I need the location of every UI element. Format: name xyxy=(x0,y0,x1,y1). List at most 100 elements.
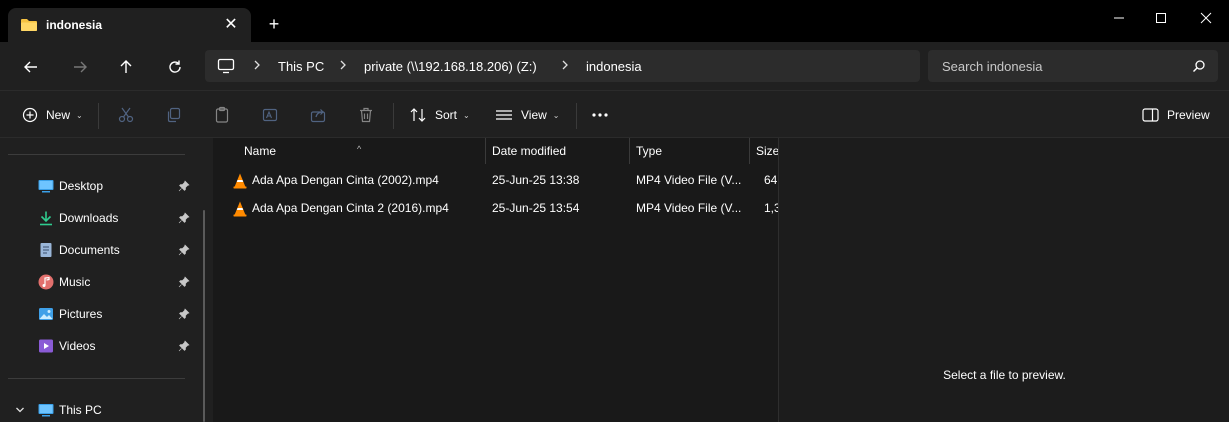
column-header-name[interactable]: ^ Name xyxy=(213,138,485,164)
breadcrumb-network-drive[interactable]: private (\\192.168.18.206) (Z:) xyxy=(364,59,537,74)
paste-button[interactable] xyxy=(213,103,231,127)
chevron-down-icon[interactable] xyxy=(14,404,26,416)
column-label: Date modified xyxy=(492,144,567,158)
pin-icon[interactable] xyxy=(178,308,190,320)
title-bar: indonesia ✕ + xyxy=(0,0,1229,42)
file-row[interactable]: Ada Apa Dengan Cinta 2 (2016).mp4 25-Jun… xyxy=(213,196,778,222)
sidebar-item-videos[interactable]: Videos xyxy=(0,332,200,360)
search-icon xyxy=(1193,60,1205,72)
file-date: 25-Jun-25 13:38 xyxy=(492,173,580,187)
maximize-icon[interactable] xyxy=(1138,6,1184,30)
separator xyxy=(576,103,577,129)
preview-pane-icon xyxy=(1142,108,1159,122)
pin-icon[interactable] xyxy=(178,340,190,352)
navigation-pane: Desktop Downloads Documents Music Pictur… xyxy=(0,138,210,422)
computer-icon xyxy=(38,404,54,417)
pin-icon[interactable] xyxy=(178,244,190,256)
search-box[interactable]: Search indonesia xyxy=(928,50,1218,82)
breadcrumb-this-pc[interactable]: This PC xyxy=(278,59,324,74)
forward-arrow-icon[interactable] xyxy=(67,54,93,80)
sidebar-item-label: Downloads xyxy=(59,211,119,225)
sidebar-item-pictures[interactable]: Pictures xyxy=(0,300,200,328)
file-date: 25-Jun-25 13:54 xyxy=(492,201,580,215)
file-name: Ada Apa Dengan Cinta 2 (2016).mp4 xyxy=(252,201,449,215)
column-header-type[interactable]: Type xyxy=(630,138,749,164)
tab-indonesia[interactable]: indonesia ✕ xyxy=(8,8,251,42)
share-button[interactable] xyxy=(309,103,327,127)
sort-icon xyxy=(410,108,426,122)
view-list-icon xyxy=(496,110,512,120)
copy-icon xyxy=(167,107,181,123)
file-row[interactable]: Ada Apa Dengan Cinta (2002).mp4 25-Jun-2… xyxy=(213,168,778,194)
file-size: 64 xyxy=(764,173,778,187)
command-bar: New ⌄ Sort ⌄ View ⌄ Preview xyxy=(0,90,1229,138)
file-type: MP4 Video File (V... xyxy=(636,173,742,187)
chevron-down-icon: ⌄ xyxy=(463,110,470,120)
view-label: View xyxy=(521,108,547,122)
chevron-down-icon: ⌄ xyxy=(76,110,83,120)
sidebar-item-downloads[interactable]: Downloads xyxy=(0,204,200,232)
refresh-icon[interactable] xyxy=(162,54,188,80)
delete-button[interactable] xyxy=(357,103,375,127)
search-input[interactable]: Search indonesia xyxy=(942,59,1042,74)
rename-button[interactable] xyxy=(261,103,279,127)
new-button[interactable]: New ⌄ xyxy=(22,103,83,127)
folder-icon xyxy=(21,19,37,31)
column-label: Name xyxy=(244,144,277,158)
sidebar-item-label: Pictures xyxy=(59,307,103,321)
pin-icon[interactable] xyxy=(178,276,190,288)
minimize-icon[interactable] xyxy=(1096,6,1142,30)
chevron-down-icon: ⌄ xyxy=(552,110,560,120)
copy-button[interactable] xyxy=(165,103,183,127)
vlc-file-icon xyxy=(233,201,247,217)
sidebar-item-label: Videos xyxy=(59,339,96,353)
pin-icon[interactable] xyxy=(178,180,190,192)
sidebar-item-documents[interactable]: Documents xyxy=(0,236,200,264)
file-list: ^ Name Date modified Type Size Ada Apa D… xyxy=(213,138,778,422)
chevron-right-icon[interactable] xyxy=(251,57,263,73)
separator xyxy=(393,103,394,129)
address-bar[interactable]: This PC private (\\192.168.18.206) (Z:) … xyxy=(205,50,920,82)
up-arrow-icon[interactable] xyxy=(113,54,139,80)
sidebar-item-label: Desktop xyxy=(59,179,104,193)
chevron-right-icon[interactable] xyxy=(337,57,349,73)
music-icon xyxy=(38,274,54,290)
preview-pane-button[interactable]: Preview xyxy=(1142,103,1210,127)
sidebar-item-label: Documents xyxy=(59,243,120,257)
sidebar-item-music[interactable]: Music xyxy=(0,268,200,296)
trash-icon xyxy=(360,107,372,123)
computer-icon xyxy=(217,58,235,74)
file-type: MP4 Video File (V... xyxy=(636,201,742,215)
view-button[interactable]: View ⌄ xyxy=(495,103,560,127)
sort-ascending-icon: ^ xyxy=(357,144,362,154)
column-header-date[interactable]: Date modified xyxy=(486,138,629,164)
sidebar-scrollbar[interactable] xyxy=(203,210,205,422)
close-tab-icon[interactable]: ✕ xyxy=(222,16,240,34)
chevron-right-icon[interactable] xyxy=(559,57,571,73)
more-options-button[interactable] xyxy=(591,103,609,127)
breadcrumb-indonesia[interactable]: indonesia xyxy=(586,59,642,74)
navigation-bar: This PC private (\\192.168.18.206) (Z:) … xyxy=(0,42,1229,90)
new-label: New xyxy=(46,108,71,122)
vlc-file-icon xyxy=(233,173,247,189)
new-tab-icon[interactable]: + xyxy=(264,14,284,34)
close-window-icon[interactable] xyxy=(1183,6,1229,30)
back-arrow-icon[interactable] xyxy=(18,54,44,80)
tab-title: indonesia xyxy=(46,18,103,32)
pin-icon[interactable] xyxy=(178,212,190,224)
more-icon xyxy=(592,113,608,117)
cut-button[interactable] xyxy=(117,103,135,127)
share-icon xyxy=(310,109,326,123)
pictures-icon xyxy=(39,308,53,320)
desktop-icon xyxy=(38,180,54,193)
file-size: 1,38 xyxy=(764,201,778,215)
rename-icon xyxy=(262,108,278,122)
sidebar-item-label: This PC xyxy=(59,403,102,417)
sidebar-item-desktop[interactable]: Desktop xyxy=(0,172,200,200)
plus-circle-icon xyxy=(22,107,38,123)
column-header-size[interactable]: Size xyxy=(750,138,778,164)
sidebar-item-label: Music xyxy=(59,275,91,289)
clipboard-icon xyxy=(215,106,229,123)
sort-button[interactable]: Sort ⌄ xyxy=(409,103,470,127)
sidebar-item-this-pc[interactable]: This PC xyxy=(0,396,200,422)
